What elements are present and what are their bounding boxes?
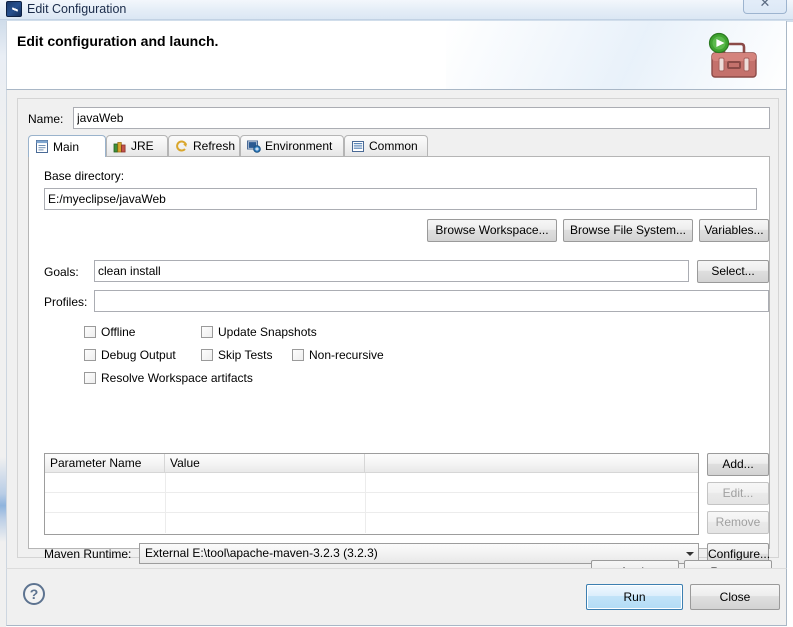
document-icon <box>35 140 49 153</box>
variables-button[interactable]: Variables... <box>699 219 769 242</box>
profiles-input[interactable] <box>94 290 769 312</box>
checkbox-resolve-workspace-artifacts[interactable]: Resolve Workspace artifacts <box>84 371 253 385</box>
column-header-value[interactable]: Value <box>165 454 365 473</box>
maven-runtime-value: External E:\tool\apache-maven-3.2.3 (3.2… <box>145 546 378 560</box>
cell-divider <box>365 513 366 533</box>
profiles-label: Profiles: <box>44 295 88 309</box>
add-parameter-button[interactable]: Add... <box>707 453 769 476</box>
checkbox-offline-label: Offline <box>101 325 136 339</box>
jre-books-icon <box>113 140 127 153</box>
column-header-extra[interactable] <box>365 454 698 473</box>
header-title: Edit configuration and launch. <box>17 33 219 49</box>
browse-filesystem-button[interactable]: Browse File System... <box>563 219 693 242</box>
edit-configuration-dialog: Edit Configuration ✕ Edit configuration … <box>0 0 793 627</box>
close-button[interactable]: Close <box>690 584 780 610</box>
main-tab-panel: Base directory: Browse Workspace... Brow… <box>28 156 770 566</box>
tab-refresh[interactable]: Refresh <box>168 135 240 156</box>
tab-common-label: Common <box>369 139 418 153</box>
refresh-arrows-icon <box>175 140 189 153</box>
cell-divider <box>165 513 166 533</box>
tab-environment-label: Environment <box>265 139 333 153</box>
help-icon[interactable]: ? <box>23 583 45 605</box>
maven-runtime-label: Maven Runtime: <box>44 547 132 561</box>
environment-icon <box>247 140 261 153</box>
cell-divider <box>365 473 366 492</box>
cell-divider <box>165 473 166 492</box>
name-label: Name: <box>28 112 64 126</box>
configuration-group: Name: Main <box>17 98 779 584</box>
close-icon: ✕ <box>759 0 771 10</box>
dialog-body: Name: Main <box>6 90 787 584</box>
dialog-header: Edit configuration and launch. <box>6 21 787 90</box>
common-list-icon <box>351 140 365 153</box>
parameters-table-header: Parameter Name Value <box>45 454 698 473</box>
checkbox-update-snapshots-label: Update Snapshots <box>218 325 317 339</box>
checkbox-non-recursive[interactable]: Non-recursive <box>292 348 384 362</box>
table-row[interactable] <box>45 513 698 533</box>
checkbox-box-icon[interactable] <box>84 326 96 338</box>
checkbox-box-icon[interactable] <box>201 349 213 361</box>
column-header-parameter-name[interactable]: Parameter Name <box>45 454 165 473</box>
cell-divider <box>365 493 366 512</box>
maven-toolbox-run-icon <box>702 31 762 83</box>
tab-jre[interactable]: JRE <box>106 135 168 156</box>
checkbox-debug-output-label: Debug Output <box>101 348 176 362</box>
checkbox-debug-output[interactable]: Debug Output <box>84 348 176 362</box>
eclipse-launch-icon <box>6 1 22 17</box>
checkbox-box-icon[interactable] <box>201 326 213 338</box>
checkbox-box-icon[interactable] <box>84 349 96 361</box>
checkbox-skip-tests[interactable]: Skip Tests <box>201 348 272 362</box>
goals-label: Goals: <box>44 265 79 279</box>
tab-common[interactable]: Common <box>344 135 428 156</box>
name-input[interactable] <box>73 107 770 129</box>
chevron-down-icon <box>686 552 694 556</box>
checkbox-box-icon[interactable] <box>84 372 96 384</box>
table-row[interactable] <box>45 473 698 493</box>
checkbox-resolve-workspace-artifacts-label: Resolve Workspace artifacts <box>101 371 253 385</box>
tab-jre-label: JRE <box>131 139 154 153</box>
base-directory-input[interactable] <box>44 188 757 210</box>
dialog-title: Edit Configuration <box>27 2 127 16</box>
base-directory-label: Base directory: <box>44 169 125 183</box>
goals-input[interactable] <box>94 260 689 282</box>
edit-parameter-button: Edit... <box>707 482 769 505</box>
run-button[interactable]: Run <box>586 584 683 610</box>
tab-refresh-label: Refresh <box>193 139 236 153</box>
dialog-footer: ? Run Close <box>6 568 787 626</box>
checkbox-box-icon[interactable] <box>292 349 304 361</box>
checkbox-offline[interactable]: Offline <box>84 325 135 339</box>
tab-main[interactable]: Main <box>28 135 106 157</box>
tab-main-label: Main <box>53 139 80 154</box>
table-row[interactable] <box>45 493 698 513</box>
parameters-table[interactable]: Parameter Name Value <box>44 453 699 535</box>
remove-parameter-button: Remove <box>707 511 769 534</box>
checkbox-non-recursive-label: Non-recursive <box>309 348 384 362</box>
checkbox-skip-tests-label: Skip Tests <box>218 348 273 362</box>
close-window-button[interactable]: ✕ <box>743 0 787 14</box>
tabstrip: Main JRE Refresh Environment Common <box>28 135 770 157</box>
browse-workspace-button[interactable]: Browse Workspace... <box>427 219 557 242</box>
checkbox-update-snapshots[interactable]: Update Snapshots <box>201 325 317 339</box>
select-goals-button[interactable]: Select... <box>697 260 769 283</box>
cell-divider <box>165 493 166 512</box>
dialog-titlebar: Edit Configuration <box>0 0 793 20</box>
tab-environment[interactable]: Environment <box>240 135 344 156</box>
